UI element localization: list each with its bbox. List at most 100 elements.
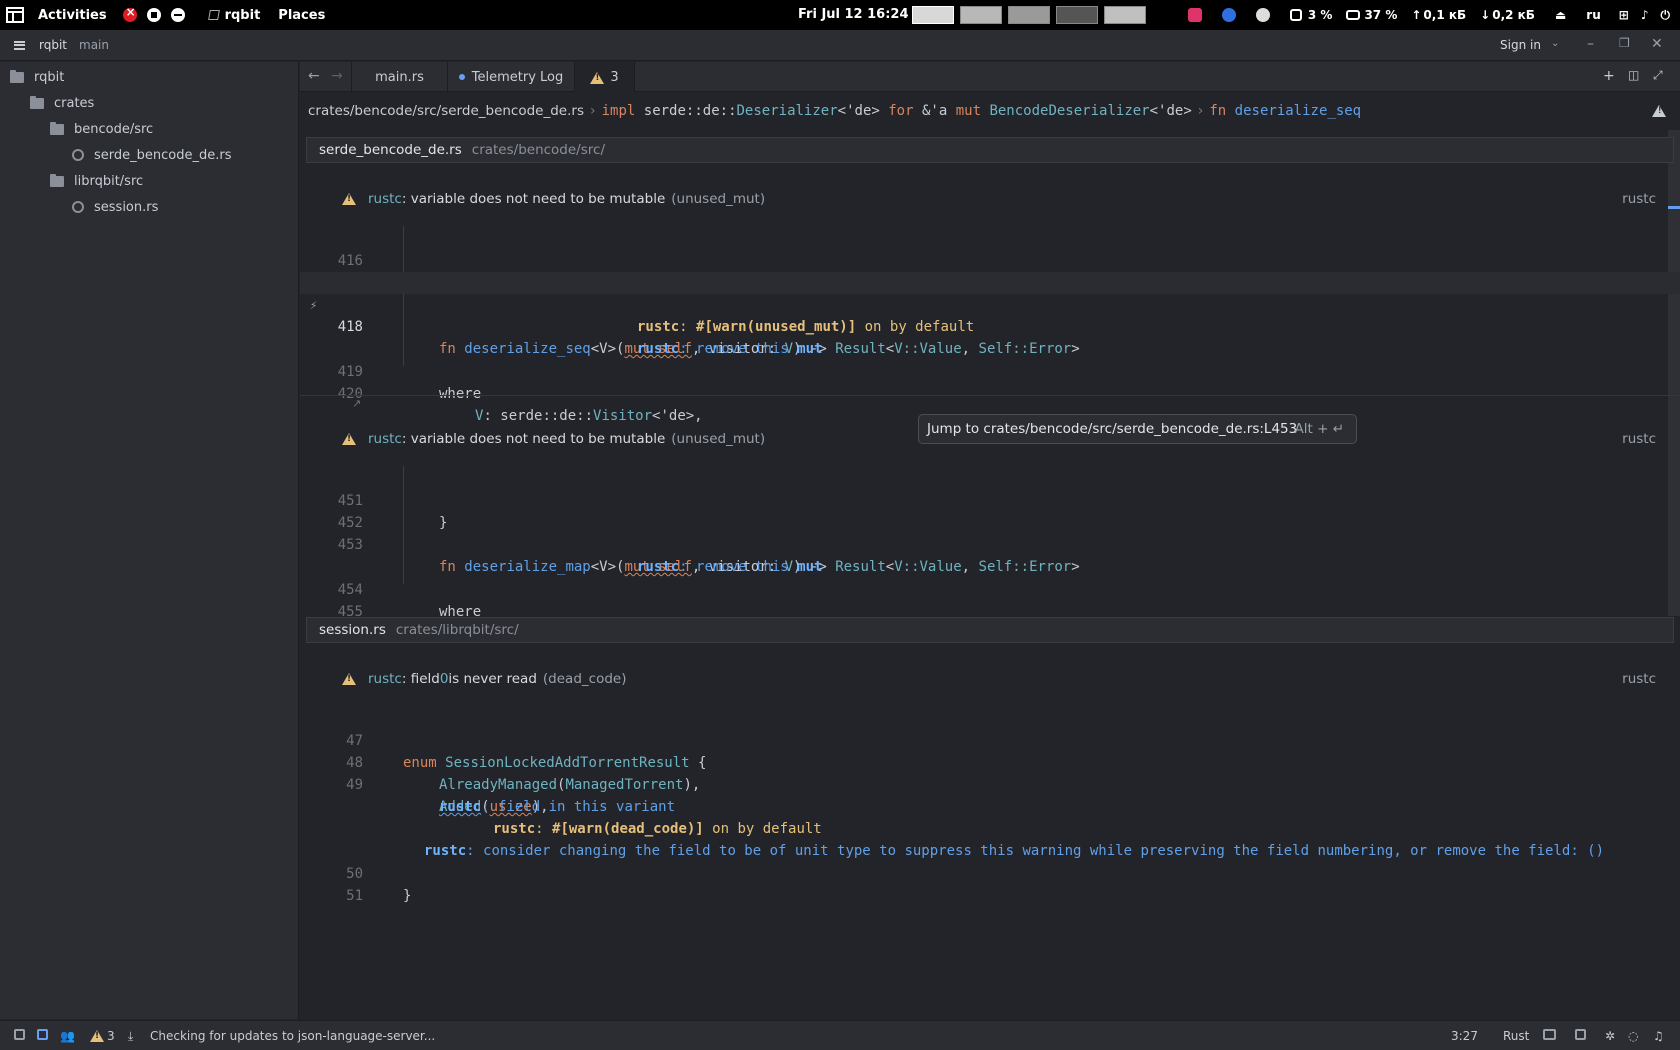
- code-line[interactable]: 49 Added(usize),: [300, 752, 1680, 815]
- folder-icon: [50, 173, 64, 187]
- terminal-icon[interactable]: [1575, 1029, 1586, 1040]
- tree-item-librqbit-src[interactable]: librqbit/src: [50, 170, 143, 192]
- places-menu[interactable]: Places: [278, 8, 325, 23]
- diagnostic-message: : field: [401, 671, 440, 687]
- code-line[interactable]: 453 fn deserialize_map<V>(mut self, visi…: [300, 512, 1680, 575]
- language-selector[interactable]: Rust: [1503, 1029, 1529, 1043]
- breadcrumb-path[interactable]: crates/bencode/src/serde_bencode_de.rs: [308, 103, 584, 119]
- focused-app-menu[interactable]: rqbit: [207, 8, 260, 23]
- maximize-window-icon[interactable]: [146, 8, 161, 22]
- battery-level: 37 %: [1364, 8, 1398, 22]
- code-text: V: serde::de::Visitor<'de>,: [475, 405, 703, 427]
- code-line-current[interactable]: ⚡ 418 fn deserialize_seq<V>(mut self, vi…: [300, 272, 1680, 357]
- jump-tooltip: Jump to crates/bencode/src/serde_bencode…: [918, 414, 1357, 444]
- breadcrumb-impl-keyword: impl: [601, 103, 636, 119]
- workspace-3[interactable]: [1008, 6, 1050, 24]
- breadcrumb-text: de: [702, 103, 720, 119]
- new-tab-icon[interactable]: +: [1603, 68, 1615, 84]
- code-line[interactable]: 455 V: serde::de::Visitor<'de>,: [300, 579, 1680, 642]
- power-icon[interactable]: ⏻: [1661, 8, 1671, 23]
- diagnostics-editor[interactable]: serde_bencode_de.rs crates/bencode/src/ …: [300, 130, 1680, 1019]
- breadcrumb[interactable]: crates/bencode/src/serde_bencode_de.rs ›…: [300, 93, 1680, 129]
- restore-icon[interactable]: ❐: [1619, 36, 1630, 50]
- tab-diagnostics[interactable]: 3: [575, 62, 635, 93]
- git-branch[interactable]: main: [79, 38, 109, 52]
- back-arrow-icon[interactable]: ←: [308, 68, 320, 84]
- menu-hamburger-icon[interactable]: [14, 40, 25, 50]
- tray-app-icon[interactable]: [1187, 8, 1202, 22]
- code-line[interactable]: 48 AlreadyManaged(ManagedTorrent),: [300, 730, 1680, 793]
- minimize-window-icon[interactable]: [170, 8, 185, 22]
- tab-main-rs[interactable]: main.rs: [351, 62, 448, 92]
- tree-item-rqbit[interactable]: rqbit: [10, 66, 64, 88]
- close-window-icon[interactable]: [122, 5, 137, 22]
- sign-in-button[interactable]: Sign in: [1500, 38, 1541, 52]
- tab-telemetry-log[interactable]: Telemetry Log: [448, 62, 575, 92]
- diagnostic-header: rustc: variable does not need to be muta…: [300, 188, 1680, 210]
- warning-count[interactable]: 3: [107, 1029, 115, 1043]
- breadcrumb-struct: BencodeDeserializer: [989, 103, 1150, 119]
- code-line[interactable]: 454 where: [300, 557, 1680, 620]
- app-menu-icon[interactable]: [6, 7, 24, 23]
- warning-icon[interactable]: [90, 1030, 104, 1042]
- diagnostics-toggle-icon[interactable]: [1652, 105, 1666, 117]
- workspace-4[interactable]: [1056, 6, 1098, 24]
- network-icon[interactable]: ⊞: [1619, 8, 1629, 22]
- code-line[interactable]: 452: [300, 490, 1680, 531]
- zoom-pane-icon[interactable]: ⤢: [1653, 68, 1663, 83]
- tree-item-serde-bencode-de[interactable]: serde_bencode_de.rs: [72, 144, 231, 166]
- eject-icon[interactable]: ⏏: [1555, 8, 1566, 22]
- tree-item-session[interactable]: session.rs: [72, 196, 158, 218]
- minimize-icon[interactable]: –: [1587, 36, 1594, 52]
- tooltip-text: Jump to crates/bencode/src/serde_bencode…: [927, 421, 1298, 437]
- upload-arrow-icon: ↑: [1411, 8, 1422, 22]
- chat-icon[interactable]: ◌: [1628, 1029, 1638, 1043]
- code-line[interactable]: 416 }: [300, 228, 1680, 291]
- warning-icon: [342, 673, 356, 685]
- breadcrumb-function[interactable]: deserialize_seq: [1235, 103, 1361, 119]
- tree-item-bencode-src[interactable]: bencode/src: [50, 118, 153, 140]
- workspace-2[interactable]: [960, 6, 1002, 24]
- tree-item-crates[interactable]: crates: [30, 92, 94, 114]
- chrome-icon[interactable]: [1221, 8, 1236, 22]
- code-line[interactable]: 50 }: [300, 841, 1680, 904]
- inline-diagnostic: rustc: #[warn(unused_mut)] on by default: [300, 294, 1680, 335]
- warning-icon: [590, 71, 605, 84]
- expand-excerpt-icon[interactable]: ↗: [352, 397, 361, 410]
- diagnostic-code: (dead_code): [542, 671, 627, 687]
- split-pane-icon[interactable]: ◫: [1628, 68, 1639, 82]
- diagnostic-source-right: rustc: [1622, 431, 1656, 447]
- code-line[interactable]: 420 V: serde::de::Visitor<'de>,: [300, 361, 1680, 424]
- keyboard-layout[interactable]: ru: [1586, 8, 1600, 22]
- copilot-icon[interactable]: [1543, 1029, 1556, 1040]
- tree-item-label: session.rs: [94, 199, 159, 215]
- code-line[interactable]: 417: [300, 250, 1680, 291]
- collab-icon[interactable]: 👥: [60, 1029, 75, 1043]
- chevron-down-icon[interactable]: ⌄: [1551, 38, 1559, 49]
- assistant-icon[interactable]: ✲: [1605, 1029, 1615, 1043]
- project-name[interactable]: rqbit: [39, 38, 67, 52]
- breadcrumb-fn-keyword: fn: [1209, 103, 1227, 119]
- excerpt-file-header[interactable]: session.rs crates/librqbit/src/: [306, 617, 1674, 643]
- outline-panel-icon[interactable]: [37, 1029, 48, 1040]
- diagnostic-source-right: rustc: [1622, 191, 1656, 207]
- breadcrumb-for-keyword: for: [888, 103, 914, 119]
- project-panel-icon[interactable]: [14, 1029, 25, 1040]
- clock[interactable]: Fri Jul 12 16:24: [798, 7, 909, 22]
- close-icon[interactable]: ✕: [1651, 36, 1663, 52]
- steam-icon[interactable]: [1255, 8, 1270, 22]
- volume-icon[interactable]: ♪: [1641, 8, 1649, 22]
- workspace-5[interactable]: [1104, 6, 1146, 24]
- cursor-position[interactable]: 3:27: [1451, 1029, 1478, 1043]
- activities-button[interactable]: Activities: [38, 8, 107, 23]
- code-line[interactable]: 451 }: [300, 468, 1680, 531]
- notifications-icon[interactable]: ♫: [1653, 1029, 1664, 1043]
- workspace-1[interactable]: [912, 6, 954, 24]
- code-line[interactable]: 51: [300, 863, 1680, 904]
- inline-diagnostic: rustc: #[warn(dead_code)] on by default: [300, 796, 1680, 837]
- excerpt-file-header[interactable]: serde_bencode_de.rs crates/bencode/src/: [306, 137, 1674, 163]
- excerpt-file-name: session.rs: [319, 622, 386, 638]
- code-line[interactable]: 47 enum SessionLockedAddTorrentResult {: [300, 708, 1680, 771]
- forward-arrow-icon[interactable]: →: [331, 68, 343, 84]
- code-line[interactable]: 419 where: [300, 339, 1680, 402]
